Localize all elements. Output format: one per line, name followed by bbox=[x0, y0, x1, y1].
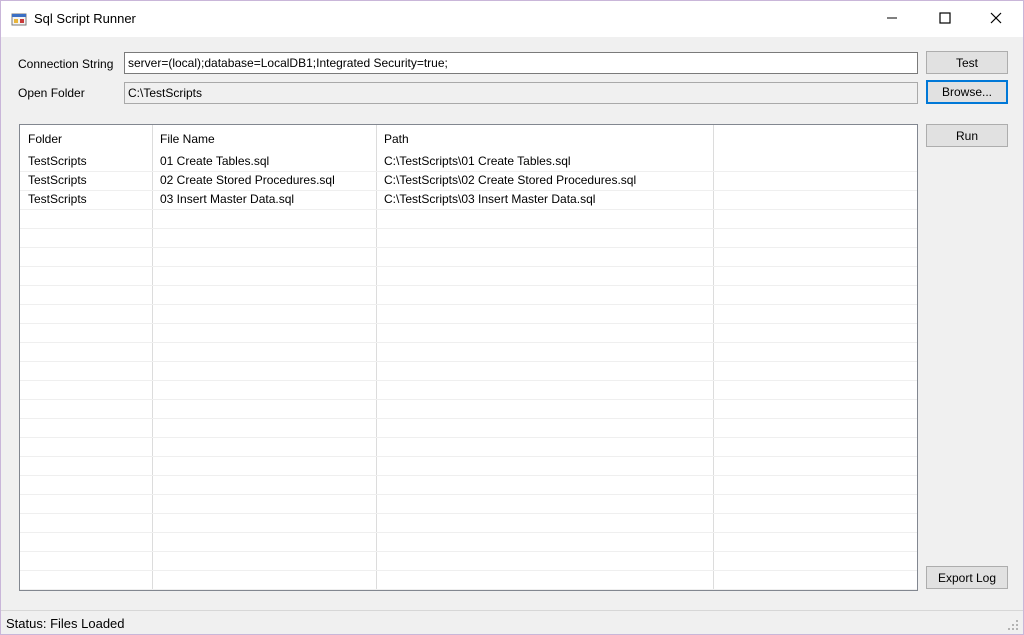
grid-row-line bbox=[20, 494, 917, 495]
table-row[interactable]: TestScripts 01 Create Tables.sql C:\Test… bbox=[20, 152, 917, 171]
minimize-icon bbox=[887, 17, 897, 19]
title-bar[interactable]: Sql Script Runner bbox=[1, 1, 1023, 37]
grid-row-line bbox=[20, 551, 917, 552]
sql-runner-app-icon bbox=[11, 13, 27, 26]
grid-row-line bbox=[20, 323, 917, 324]
open-folder-label: Open Folder bbox=[18, 86, 85, 100]
grid-row-line bbox=[20, 456, 917, 457]
grid-row-line bbox=[20, 228, 917, 229]
status-bar: Status: Files Loaded bbox=[1, 610, 1023, 634]
column-header-path[interactable]: Path bbox=[376, 125, 713, 152]
app-window: Sql Script Runner Connection String serv… bbox=[0, 0, 1024, 635]
export-log-button[interactable]: Export Log bbox=[926, 566, 1008, 589]
grid-row-line bbox=[20, 475, 917, 476]
close-icon bbox=[990, 12, 1002, 24]
grid-row-line bbox=[20, 589, 917, 590]
cell-file-name: 01 Create Tables.sql bbox=[160, 154, 270, 168]
grid-row-line bbox=[20, 304, 917, 305]
browse-button[interactable]: Browse... bbox=[926, 80, 1008, 104]
grid-row-line bbox=[20, 342, 917, 343]
cell-path: C:\TestScripts\01 Create Tables.sql bbox=[384, 154, 571, 168]
grid-row-line bbox=[20, 266, 917, 267]
grid-row-line bbox=[20, 209, 917, 210]
grid-row-line bbox=[20, 399, 917, 400]
table-row[interactable]: TestScripts 02 Create Stored Procedures.… bbox=[20, 171, 917, 190]
grid-row-line bbox=[20, 532, 917, 533]
test-button[interactable]: Test bbox=[926, 51, 1008, 74]
maximize-icon bbox=[939, 12, 951, 24]
grid-row-line bbox=[20, 418, 917, 419]
resize-grip-icon[interactable] bbox=[1007, 619, 1019, 631]
connection-string-input[interactable]: server=(local);database=LocalDB1;Integra… bbox=[124, 52, 918, 74]
status-text: Status: Files Loaded bbox=[6, 616, 125, 631]
cell-path: C:\TestScripts\02 Create Stored Procedur… bbox=[384, 173, 637, 187]
column-header-file-name[interactable]: File Name bbox=[152, 125, 376, 152]
grid-row-line bbox=[20, 380, 917, 381]
open-folder-field[interactable]: C:\TestScripts bbox=[124, 82, 918, 104]
minimize-button[interactable] bbox=[869, 1, 915, 35]
window-title: Sql Script Runner bbox=[34, 11, 136, 26]
grid-row-line bbox=[20, 285, 917, 286]
cell-folder: TestScripts bbox=[28, 192, 87, 206]
cell-file-name: 03 Insert Master Data.sql bbox=[160, 192, 295, 206]
grid-row-line bbox=[20, 513, 917, 514]
run-button[interactable]: Run bbox=[926, 124, 1008, 147]
grid-row-line bbox=[20, 437, 917, 438]
grid-row-line bbox=[20, 247, 917, 248]
table-row[interactable]: TestScripts 03 Insert Master Data.sql C:… bbox=[20, 190, 917, 209]
cell-folder: TestScripts bbox=[28, 154, 87, 168]
cell-path: C:\TestScripts\03 Insert Master Data.sql bbox=[384, 192, 596, 206]
cell-file-name: 02 Create Stored Procedures.sql bbox=[160, 173, 335, 187]
connection-string-label: Connection String bbox=[18, 57, 114, 71]
scripts-grid[interactable]: Folder File Name Path TestScripts 01 Cre… bbox=[19, 124, 918, 591]
grid-row-line bbox=[20, 361, 917, 362]
cell-folder: TestScripts bbox=[28, 173, 87, 187]
maximize-button[interactable] bbox=[922, 1, 968, 35]
grid-header: Folder File Name Path bbox=[20, 125, 917, 152]
column-header-folder[interactable]: Folder bbox=[20, 125, 152, 152]
grid-row-line bbox=[20, 570, 917, 571]
close-button[interactable] bbox=[973, 1, 1019, 35]
